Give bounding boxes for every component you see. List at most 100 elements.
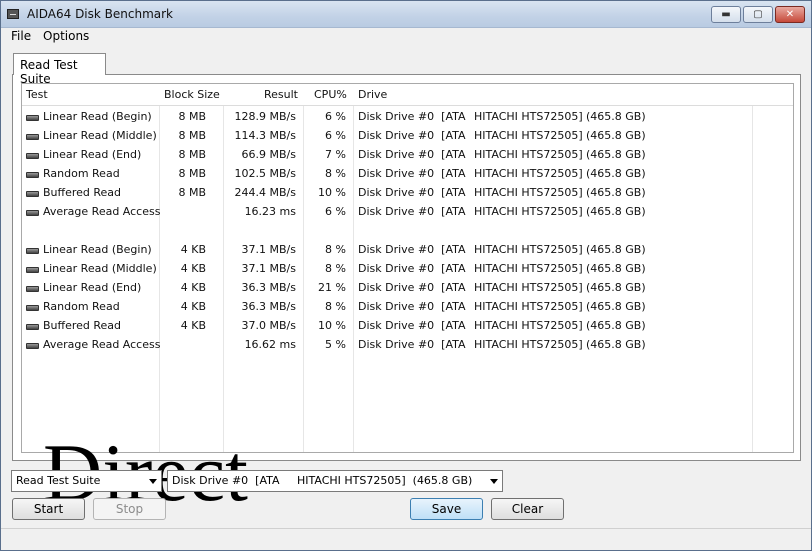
cell-test: Linear Read (Begin)	[43, 110, 152, 123]
header-result[interactable]: Result	[264, 88, 298, 101]
clear-button[interactable]: Clear	[491, 498, 564, 520]
app-icon	[7, 9, 19, 19]
cell-drive: Disk Drive #0 [ATA	[358, 319, 466, 332]
header-cpu[interactable]: CPU%	[314, 88, 347, 101]
cell-drive-size: (465.8 GB)	[586, 281, 646, 294]
cell-block-size: 8 MB	[178, 110, 206, 123]
disk-drive-icon	[26, 248, 39, 254]
menu-options[interactable]: Options	[43, 29, 89, 43]
window-title: AIDA64 Disk Benchmark	[27, 7, 174, 21]
cell-result: 16.62 ms	[244, 338, 296, 351]
test-suite-select[interactable]: Read Test Suite	[11, 470, 162, 492]
cell-drive-size: (465.8 GB)	[586, 300, 646, 313]
menu-file[interactable]: File	[11, 29, 31, 43]
cell-drive-model: HITACHI HTS72505]	[474, 148, 583, 161]
cell-drive-model: HITACHI HTS72505]	[474, 205, 583, 218]
maximize-button[interactable]: ▢	[743, 6, 773, 23]
table-row[interactable]: Buffered Read 8 MB 244.4 MB/s 10 % Disk Driv…	[22, 183, 793, 202]
cell-block-size: 4 KB	[180, 281, 206, 294]
cell-test: Linear Read (End)	[43, 148, 142, 161]
test-suite-select-value: Read Test Suite	[16, 474, 101, 487]
cell-drive-model: HITACHI HTS72505]	[474, 186, 583, 199]
header-drive[interactable]: Drive	[358, 88, 387, 101]
save-button[interactable]: Save	[410, 498, 483, 520]
cell-result: 37.0 MB/s	[241, 319, 296, 332]
close-button[interactable]: ✕	[775, 6, 805, 23]
cell-cpu: 21 %	[318, 281, 346, 294]
cell-result: 16.23 ms	[244, 205, 296, 218]
cell-drive-model: HITACHI HTS72505]	[474, 243, 583, 256]
cell-result: 37.1 MB/s	[241, 243, 296, 256]
table-row[interactable]: Average Read Access 16.23 ms 6 % Disk Drive…	[22, 202, 793, 221]
disk-drive-icon	[26, 343, 39, 349]
header-test[interactable]: Test	[26, 88, 48, 101]
table-row[interactable]: Linear Read (End) 8 MB 66.9 MB/s 7 % Disk Dr…	[22, 145, 793, 164]
cell-cpu: 8 %	[325, 262, 346, 275]
cell-block-size: 8 MB	[178, 167, 206, 180]
cell-drive-model: HITACHI HTS72505]	[474, 110, 583, 123]
cell-cpu: 6 %	[325, 205, 346, 218]
table-header: Test Block Size Result CPU% Drive	[22, 84, 793, 106]
drive-select[interactable]: Disk Drive #0 [ATA HITACHI HTS72505] (46…	[167, 470, 503, 492]
chevron-down-icon	[490, 479, 498, 484]
cell-cpu: 5 %	[325, 338, 346, 351]
cell-test: Random Read	[43, 300, 120, 313]
cell-drive-size: (465.8 GB)	[586, 243, 646, 256]
cell-drive-size: (465.8 GB)	[586, 338, 646, 351]
cell-drive: Disk Drive #0 [ATA	[358, 129, 466, 142]
cell-drive-model: HITACHI HTS72505]	[474, 262, 583, 275]
cell-test: Average Read Access	[43, 205, 161, 218]
cell-cpu: 10 %	[318, 186, 346, 199]
table-row[interactable]: Linear Read (Begin) 8 MB 128.9 MB/s 6 % Disk…	[22, 107, 793, 126]
cell-cpu: 8 %	[325, 243, 346, 256]
table-row[interactable]: Buffered Read 4 KB 37.0 MB/s 10 % Disk Drive…	[22, 316, 793, 335]
cell-block-size: 8 MB	[178, 186, 206, 199]
cell-drive-model: HITACHI HTS72505]	[474, 167, 583, 180]
cell-drive-model: HITACHI HTS72505]	[474, 338, 583, 351]
cell-test: Linear Read (Begin)	[43, 243, 152, 256]
minimize-button[interactable]: ▬	[711, 6, 741, 23]
cell-drive-model: HITACHI HTS72505]	[474, 319, 583, 332]
tab-panel: Test Block Size Result CPU% Drive Linear…	[12, 74, 801, 514]
table-row[interactable]: Average Read Access 16.62 ms 5 % Disk Drive…	[22, 335, 793, 354]
stop-button[interactable]: Stop	[93, 498, 166, 520]
cell-drive-size: (465.8 GB)	[586, 129, 646, 142]
disk-drive-icon	[26, 172, 39, 178]
cell-result: 114.3 MB/s	[234, 129, 296, 142]
table-row[interactable]: Linear Read (Middle) 8 MB 114.3 MB/s 6 % Dis…	[22, 126, 793, 145]
disk-drive-icon	[26, 153, 39, 159]
cell-drive: Disk Drive #0 [ATA	[358, 148, 466, 161]
cell-test: Buffered Read	[43, 186, 122, 199]
start-button[interactable]: Start	[12, 498, 85, 520]
table-row[interactable]: Linear Read (End) 4 KB 36.3 MB/s 21 % Disk D…	[22, 278, 793, 297]
cell-cpu: 8 %	[325, 167, 346, 180]
cell-cpu: 10 %	[318, 319, 346, 332]
cell-drive-model: HITACHI HTS72505]	[474, 281, 583, 294]
cell-drive: Disk Drive #0 [ATA	[358, 167, 466, 180]
cell-drive: Disk Drive #0 [ATA	[358, 205, 466, 218]
cell-test: Buffered Read	[43, 319, 122, 332]
table-row[interactable]: Linear Read (Begin) 4 KB 37.1 MB/s 8 % Disk …	[22, 240, 793, 259]
table-row[interactable]: Random Read 8 MB 102.5 MB/s 8 % Disk Drive #…	[22, 164, 793, 183]
table-row[interactable]: Linear Read (Middle) 4 KB 37.1 MB/s 8 % Disk…	[22, 259, 793, 278]
cell-drive: Disk Drive #0 [ATA	[358, 338, 466, 351]
results-table[interactable]: Test Block Size Result CPU% Drive Linear…	[21, 83, 794, 453]
cell-cpu: 8 %	[325, 300, 346, 313]
cell-result: 36.3 MB/s	[241, 281, 296, 294]
cell-block-size: 4 KB	[180, 243, 206, 256]
disk-drive-icon	[26, 210, 39, 216]
menu-bar: File Options	[1, 28, 811, 46]
tab-read-test-suite[interactable]: Read Test Suite	[13, 53, 106, 86]
cell-test: Linear Read (End)	[43, 281, 142, 294]
cell-drive-size: (465.8 GB)	[586, 205, 646, 218]
cell-drive-model: HITACHI HTS72505]	[474, 300, 583, 313]
cell-drive-model: HITACHI HTS72505]	[474, 129, 583, 142]
header-block-size[interactable]: Block Size	[164, 88, 220, 101]
cell-test: Linear Read (Middle)	[43, 129, 157, 142]
title-bar[interactable]: AIDA64 Disk Benchmark ▬ ▢ ✕	[1, 1, 811, 28]
table-row[interactable]: Random Read 4 KB 36.3 MB/s 8 % Disk Drive #0…	[22, 297, 793, 316]
cell-cpu: 6 %	[325, 129, 346, 142]
disk-drive-icon	[26, 286, 39, 292]
cell-block-size: 8 MB	[178, 129, 206, 142]
cell-drive: Disk Drive #0 [ATA	[358, 281, 466, 294]
